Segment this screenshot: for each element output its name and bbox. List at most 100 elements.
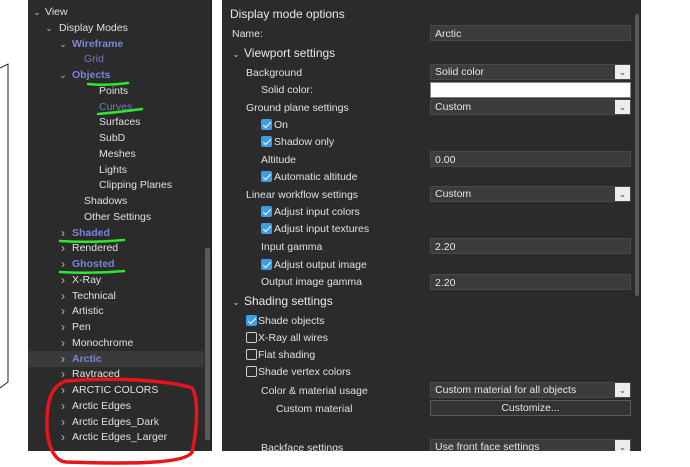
ground-plane-select[interactable]: Custom ⌄ [430,99,631,115]
tree-item[interactable]: › Arctic Edges_Larger [28,429,204,445]
tree-item[interactable]: › Arctic Edges_Dark [28,414,204,430]
ground-plane-select-value: Custom [435,101,472,113]
tree-item[interactable]: › Rendered [28,240,204,256]
tree-scrollbar-thumb[interactable] [205,248,210,440]
tree-item[interactable]: › Arctic [28,350,204,367]
dropdown-arrow-icon[interactable]: ⌄ [615,65,630,79]
tree-item-label: Meshes [99,147,136,160]
shadow-only-checkbox[interactable] [261,136,272,147]
viewport-settings-header[interactable]: ⌄ Viewport settings [232,45,335,62]
tree-item-label: Monochrome [72,336,134,349]
xray-all-wires-checkbox[interactable] [246,332,257,343]
panel-gap [212,0,222,451]
chevron-right-icon[interactable]: › [58,351,68,367]
chevron-right-icon[interactable]: › [58,319,68,335]
adjust-input-colors-checkbox[interactable] [261,206,272,217]
flat-shading-checkbox[interactable] [246,349,257,360]
tree-item[interactable]: Clipping Planes [28,177,204,193]
tree-item[interactable]: › ARCTIC COLORS [28,382,204,398]
chevron-right-icon[interactable]: › [58,335,68,351]
chevron-right-icon[interactable]: › [58,256,68,272]
color-material-usage-select[interactable]: Custom material for all objects ⌄ [430,382,631,398]
options-scrollbar-thumb[interactable] [635,14,639,296]
linear-workflow-select[interactable]: Custom ⌄ [430,186,631,202]
tree-item[interactable]: Points [28,83,204,99]
tree-item[interactable]: › Pen [28,319,204,335]
background-label: Background [246,67,303,79]
dropdown-arrow-icon[interactable]: ⌄ [615,187,630,201]
tree-item[interactable]: ⌄ Display Modes [28,20,204,36]
tree-item-label: Objects [72,69,111,81]
tree-item[interactable]: ⌄ Wireframe [28,36,204,52]
tree-item[interactable]: › Ghosted [28,256,204,272]
backface-settings-select[interactable]: Use front face settings ⌄ [430,439,631,451]
color-material-usage-label: Color & material usage [261,385,368,397]
automatic-altitude-label: Automatic altitude [274,171,358,183]
chevron-down-icon[interactable]: ⌄ [58,67,68,83]
xray-all-wires-label: X-Ray all wires [258,332,329,344]
tree-item[interactable]: › X-Ray [28,272,204,288]
chevron-right-icon[interactable]: › [58,288,68,304]
chevron-right-icon[interactable]: › [58,366,68,382]
tree-item[interactable]: Lights [28,162,204,178]
shading-settings-header[interactable]: ⌄ Shading settings [232,293,333,310]
tree-item-label: Other Settings [84,210,152,223]
chevron-right-icon[interactable]: › [58,414,68,430]
tree-item[interactable]: › Monochrome [28,335,204,351]
chevron-down-icon[interactable]: ⌄ [58,36,68,52]
on-checkbox[interactable] [261,119,272,130]
shade-vertex-colors-checkbox[interactable] [246,366,257,377]
name-label: Name: [232,28,263,40]
ground-plane-label: Ground plane settings [246,102,349,114]
dropdown-arrow-icon[interactable]: ⌄ [615,100,630,114]
customize-button[interactable]: Customize... [430,400,631,416]
tree-item[interactable]: Grid [28,51,204,67]
tree-item[interactable]: › Shaded [28,225,204,241]
background-select-value: Solid color [435,66,485,78]
chevron-down-icon[interactable]: ⌄ [44,20,54,36]
tree-item[interactable]: › Artistic [28,303,204,319]
automatic-altitude-checkbox[interactable] [261,171,272,182]
altitude-field[interactable]: 0.00 [430,151,631,167]
tree-item[interactable]: › Arctic Edges [28,398,204,414]
solid-color-swatch[interactable] [430,82,631,98]
display-modes-tree[interactable]: ⌄ View ⌄ Display Modes ⌄ Wireframe Grid ⌄ Object… [28,0,212,451]
chevron-right-icon[interactable]: › [58,240,68,256]
output-gamma-field[interactable]: 2.20 [430,274,631,290]
adjust-output-image-checkbox[interactable] [261,259,272,270]
tree-item[interactable]: Other Settings [28,209,204,225]
solid-color-label: Solid color: [261,84,313,96]
background-select[interactable]: Solid color ⌄ [430,64,631,80]
tree-item[interactable]: Shadows [28,193,204,209]
chevron-right-icon[interactable]: › [58,429,68,445]
tree-item[interactable]: ⌄ Objects [28,67,204,83]
tree-item-label: Technical [72,289,116,302]
dropdown-arrow-icon[interactable]: ⌄ [615,440,630,451]
tree-item[interactable]: SubD [28,130,204,146]
tree-item-label: X-Ray [72,273,102,286]
chevron-right-icon[interactable]: › [58,303,68,319]
shade-objects-checkbox[interactable] [246,315,257,326]
chevron-right-icon[interactable]: › [58,272,68,288]
on-label: On [274,119,289,131]
input-gamma-field[interactable]: 2.20 [430,238,631,254]
chevron-right-icon[interactable]: › [58,382,68,398]
tree-item[interactable]: › Raytraced [28,366,204,382]
chevron-right-icon[interactable]: › [58,398,68,414]
chevron-down-icon[interactable]: ⌄ [32,4,42,20]
chevron-right-icon[interactable]: › [58,225,68,241]
shade-objects-label: Shade objects [258,315,325,327]
adjust-input-textures-checkbox[interactable] [261,223,272,234]
tree-item[interactable]: Curves [28,99,204,115]
tree-item[interactable]: ⌄ View [28,4,204,20]
tree-item[interactable]: Surfaces [28,114,204,130]
name-field[interactable]: Arctic [430,25,631,41]
dropdown-arrow-icon[interactable]: ⌄ [615,383,630,397]
shadow-only-label: Shadow only [274,136,335,148]
tree-scrollbar[interactable] [204,0,211,451]
options-scrollbar[interactable] [633,0,641,451]
tree-item-label: SubD [99,132,126,144]
tree-item[interactable]: › Technical [28,288,204,304]
tree-item[interactable]: Meshes [28,146,204,162]
adjust-input-colors-label: Adjust input colors [274,206,360,218]
